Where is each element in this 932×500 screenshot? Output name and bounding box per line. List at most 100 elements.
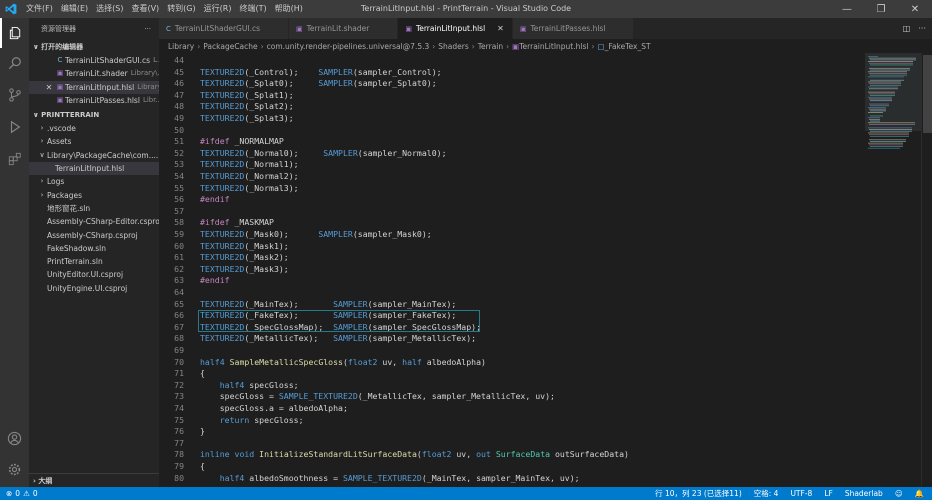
scrollbar-thumb[interactable] [923,55,932,133]
code-line: 78 inline void InitializeStandardLitSurfa… [159,449,865,461]
breadcrumb-item[interactable]: Library [168,42,194,51]
minimap-line [870,110,886,112]
tree-item[interactable]: TerrainLitInput.hlsl [29,162,159,176]
code-line: 44 [159,55,865,67]
line-code: #ifdef _NORMALMAP [200,136,284,147]
open-editor-item[interactable]: ▣TerrainLit.shaderLibrary\... [29,67,159,80]
minimap[interactable] [865,53,921,487]
breadcrumb-item[interactable]: Shaders [438,42,468,51]
tree-item[interactable]: › .vscode [29,122,159,135]
line-code: return specGloss; [219,414,304,425]
menu-terminal[interactable]: 终端(T) [235,0,270,18]
menu-selection[interactable]: 选择(S) [92,0,127,18]
code-line: 52 TEXTURE2D(_Normal0); SAMPLER(sampler_N… [159,148,865,160]
tree-item[interactable]: › Logs [29,175,159,188]
maximize-icon[interactable]: ❐ [864,0,898,18]
language-mode[interactable]: Shaderlab [845,489,883,498]
minimize-icon[interactable]: — [830,0,864,18]
tree-item[interactable]: › Packages [29,189,159,202]
open-editor-item[interactable]: CTerrainLitShaderGUI.csL... [29,54,159,67]
close-icon[interactable]: ✕ [898,0,932,18]
menu-file[interactable]: 文件(F) [22,0,57,18]
minimap-line [868,147,900,149]
project-section[interactable]: ∨ PRINTTERRAIN [29,108,159,122]
symbol-icon: ▢ [597,41,605,51]
tree-item[interactable]: Assembly-CSharp-Editor.csproj [29,215,159,228]
tab-terrainlitinput-hlsl[interactable]: ▣ TerrainLitInput.hlsl ✕ [398,18,513,39]
open-editor-item[interactable]: ✕▣TerrainLitInput.hlslLibrary... [29,80,159,94]
tree-item[interactable]: FakeShadow.sln [29,242,159,255]
menu-view[interactable]: 查看(V) [127,0,163,18]
breadcrumb-item[interactable]: Terrain [478,42,503,51]
tree-item[interactable]: UnityEngine.UI.csproj [29,282,159,295]
search-icon[interactable] [0,48,29,78]
code-line: 49 TEXTURE2D(_Splat3); [159,113,865,125]
menu-edit[interactable]: 编辑(E) [57,0,92,18]
vscode-logo-icon [0,0,22,18]
more-actions-icon[interactable]: ··· [144,18,151,40]
extensions-icon[interactable] [0,144,29,174]
tree-item-label: PrintTerrain.sln [47,257,103,267]
line-number: 68 [174,333,184,344]
menu-help[interactable]: 帮助(H) [271,0,307,18]
tree-item[interactable]: PrintTerrain.sln [29,255,159,268]
minimap-line [869,67,910,69]
run-debug-icon[interactable] [0,112,29,142]
indentation[interactable]: 空格: 4 [754,488,779,499]
tree-item[interactable]: Assembly-CSharp.csproj [29,229,159,242]
line-number: 71 [174,368,184,379]
account-icon[interactable] [0,423,29,453]
outline-section[interactable]: › 大纲 [29,473,159,487]
warning-icon: ⚠ [23,489,30,498]
code-editor[interactable]: 44 45 TEXTURE2D(_Control); SAMPLER(sampler… [159,53,865,487]
open-editor-item[interactable]: ▣TerrainLitPasses.hlslLibr... [29,94,159,107]
breadcrumb-item[interactable]: com.unity.render-pipelines.universal@7.5… [267,42,430,51]
menu-go[interactable]: 转到(G) [163,0,199,18]
tree-item[interactable]: ∨ Library\PackageCache\com.... [29,149,159,162]
line-number: 79 [174,461,184,471]
tree-item[interactable]: UnityEditor.UI.csproj [29,268,159,281]
tree-item-label: .vscode [47,124,76,134]
problems-indicator[interactable]: ⊗ 0 ⚠ 0 [0,489,38,498]
minimap-line [870,146,903,147]
minimap-line [869,57,916,59]
line-number: 48 [174,101,184,112]
tab-terrainlit-shader[interactable]: ▣ TerrainLit.shader [288,18,399,39]
chevron-right-icon: › [197,41,201,51]
chevron-right-icon: › [33,477,36,485]
tree-item[interactable]: › Assets [29,135,159,148]
tab-terrainlitpasses-hlsl[interactable]: ▣ TerrainLitPasses.hlsl [512,18,635,39]
vertical-scrollbar[interactable] [921,53,932,487]
minimap-line [870,135,909,137]
line-number: 47 [174,89,184,100]
minimap-line [870,64,913,66]
tree-item[interactable]: 地形窗花.sln [29,202,159,215]
open-editors-section[interactable]: ∨ 打开的编辑器 [29,40,159,54]
file-path: Library... [137,82,159,91]
minimap-line [870,95,895,96]
tab-terrainlitshadergui-cs[interactable]: C TerrainLitShaderGUI.cs [159,18,289,39]
notifications-icon[interactable]: 🔔 [915,489,924,498]
tree-item-label: UnityEditor.UI.csproj [47,270,124,280]
end-of-line[interactable]: LF [824,489,833,498]
breadcrumb-item[interactable]: TerrainLitInput.hlsl [519,42,588,51]
line-number: 75 [174,414,184,425]
menu-run[interactable]: 运行(R) [200,0,236,18]
chevron-right-icon: › [40,177,44,186]
close-icon[interactable]: ✕ [497,24,504,33]
breadcrumb-item[interactable]: PackageCache [203,42,257,51]
line-code: TEXTURE2D(_Splat3); [200,113,294,123]
settings-gear-icon[interactable] [0,454,29,484]
breadcrumb-item[interactable]: _FakeTex_ST [605,42,651,51]
explorer-icon[interactable] [0,18,29,48]
encoding[interactable]: UTF-8 [790,489,812,498]
close-icon[interactable]: ✕ [43,81,55,94]
cursor-position[interactable]: 行 10，列 23 (已选择11) [655,488,742,499]
source-control-icon[interactable] [0,80,29,110]
split-editor-icon[interactable]: ◫ [903,24,911,33]
feedback-icon[interactable]: ☺ [895,489,903,498]
line-code: TEXTURE2D(_Mask3); [200,263,289,274]
breadcrumb: Library › PackageCache › com.unity.render-pi… [159,39,932,53]
more-actions-icon[interactable]: ··· [918,24,926,33]
error-count: 0 [15,489,21,498]
